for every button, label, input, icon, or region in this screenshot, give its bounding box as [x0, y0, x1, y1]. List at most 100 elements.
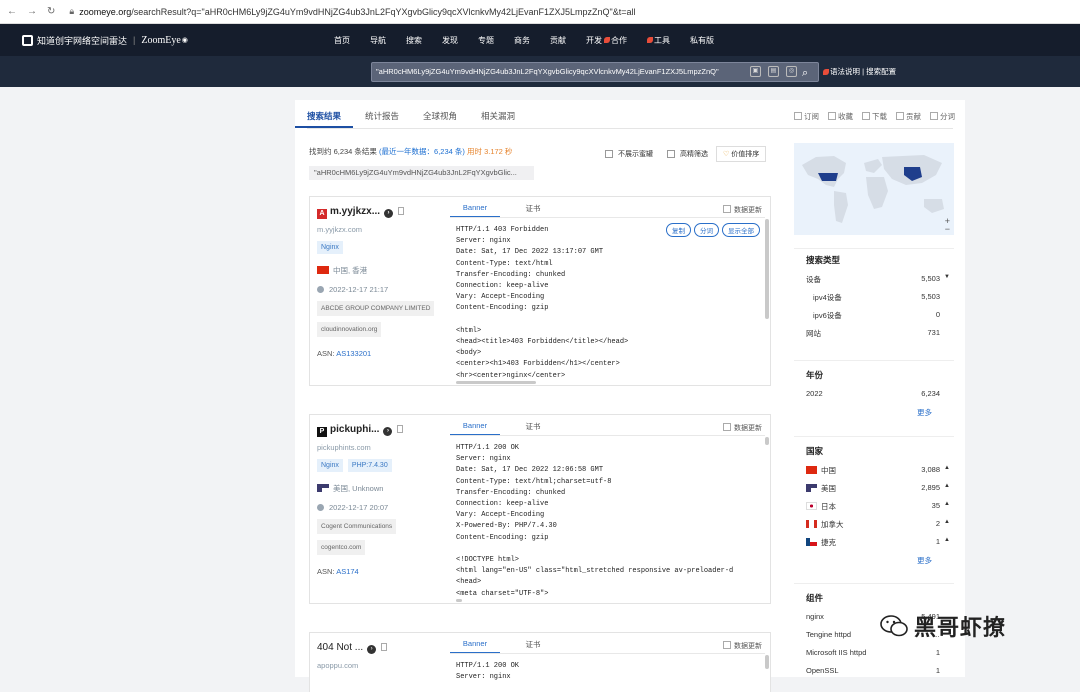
component-tag[interactable]: PHP:7.4.30: [347, 459, 392, 472]
ip-search-icon[interactable]: ▤: [768, 66, 779, 77]
world-map[interactable]: + −: [794, 143, 954, 235]
facet-row[interactable]: Microsoft IIS httpd 1: [794, 648, 954, 666]
tab-global-view[interactable]: 全球视角: [423, 110, 457, 128]
expand-icon[interactable]: ▲: [944, 519, 950, 525]
tab-certificate[interactable]: 证书: [508, 203, 558, 218]
asn-link[interactable]: AS174: [336, 567, 359, 576]
query-tag[interactable]: "aHR0cHM6Ly9jZG4uYm9vdHNjZG4ub3JnL2FqYXg…: [309, 166, 534, 180]
menu-item-search[interactable]: 搜索: [406, 35, 422, 46]
expand-icon[interactable]: ▲: [944, 501, 950, 507]
menu-item-tools[interactable]: 工具: [647, 35, 670, 46]
tab-banner[interactable]: Banner: [450, 203, 500, 218]
show-all-button[interactable]: 显示全部: [722, 223, 760, 237]
menu-item-private[interactable]: 私有版: [690, 35, 714, 46]
tab-certificate[interactable]: 证书: [508, 421, 558, 436]
lock-icon[interactable]: 🔒︎: [69, 6, 74, 17]
result-location[interactable]: 美国, Unknown: [317, 483, 383, 494]
download-button[interactable]: 下载: [862, 111, 887, 122]
precise-filter-checkbox[interactable]: [667, 150, 675, 158]
syntax-help-link[interactable]: 语法说明: [830, 67, 860, 76]
open-arrow-icon[interactable]: ›: [383, 427, 393, 436]
copy-icon[interactable]: [397, 425, 404, 433]
menu-item-home[interactable]: 首页: [334, 35, 350, 46]
open-arrow-icon[interactable]: ›: [384, 209, 394, 218]
tokenize-button[interactable]: 分词: [930, 111, 955, 122]
menu-item-topics[interactable]: 专题: [478, 35, 494, 46]
value-sort-button[interactable]: ♡ 价值排序: [716, 146, 767, 162]
asn-link[interactable]: AS133201: [336, 349, 371, 358]
map-zoom-controls[interactable]: + −: [945, 217, 950, 234]
facet-row[interactable]: 捷克 1 ▲: [794, 537, 954, 555]
tab-banner[interactable]: Banner: [450, 639, 500, 654]
data-update-button[interactable]: 数据更新: [723, 641, 762, 651]
site-logo[interactable]: 知道创宇网络空间雷达 | ZoomEye ◉: [22, 34, 188, 47]
expand-icon[interactable]: ▲: [944, 537, 950, 543]
isp-tag[interactable]: cloudinnovation.org: [317, 322, 382, 337]
facet-row[interactable]: OpenSSL 1: [794, 666, 954, 684]
result-location[interactable]: 中国, 香港: [317, 265, 367, 276]
result-title[interactable]: 404 Not ... ›: [317, 642, 388, 654]
camera-search-icon[interactable]: ◎: [786, 66, 797, 77]
hide-honeypot-checkbox[interactable]: [605, 150, 613, 158]
tab-stats-report[interactable]: 统计报告: [365, 110, 399, 128]
banner-scrollbar[interactable]: [765, 655, 769, 669]
open-arrow-icon[interactable]: ›: [367, 645, 377, 654]
image-search-icon[interactable]: ▣: [750, 66, 761, 77]
copy-button[interactable]: 复制: [666, 223, 691, 237]
banner-scrollbar[interactable]: [765, 437, 769, 445]
data-update-button[interactable]: 数据更新: [723, 423, 762, 433]
reload-icon[interactable]: ↻: [47, 6, 55, 17]
menu-item-business[interactable]: 商务: [514, 35, 530, 46]
isp-tag[interactable]: cogentco.com: [317, 540, 366, 555]
collapse-icon[interactable]: ▼: [944, 274, 950, 280]
menu-item-navigation[interactable]: 导航: [370, 35, 386, 46]
tab-banner[interactable]: Banner: [450, 421, 500, 436]
facet-row[interactable]: 中国 3,088 ▲: [794, 465, 954, 483]
result-title[interactable]: Ppickuphi... ›: [317, 424, 404, 437]
expand-icon[interactable]: ▲: [944, 483, 950, 489]
facet-row[interactable]: 设备 5,503 ▼: [794, 274, 954, 292]
contribute-button[interactable]: 贡献: [896, 111, 921, 122]
copy-icon[interactable]: [381, 643, 388, 651]
menu-item-contribute[interactable]: 贡献: [550, 35, 566, 46]
forward-icon[interactable]: →: [27, 6, 37, 17]
search-input[interactable]: "aHR0cHM6Ly9jZG4uYm9vdHNjZG4ub3JnL2FqYXg…: [371, 62, 819, 82]
result-title[interactable]: Am.yyjkzx... ›: [317, 206, 405, 219]
facet-row[interactable]: 日本 35 ▲: [794, 501, 954, 519]
facet-row[interactable]: 加拿大 2 ▲: [794, 519, 954, 537]
component-tag[interactable]: Nginx: [317, 459, 343, 472]
tab-related-vulns[interactable]: 相关漏洞: [481, 110, 515, 128]
result-domain[interactable]: pickuphints.com: [317, 443, 371, 452]
menu-item-develop[interactable]: 开发: [586, 35, 602, 46]
facet-row[interactable]: ipv6设备 0: [794, 310, 954, 328]
organization-tag[interactable]: ABCDE GROUP COMPANY LIMITED: [317, 301, 435, 316]
component-tag[interactable]: Nginx: [317, 241, 343, 254]
result-domain[interactable]: apoppu.com: [317, 661, 358, 670]
tab-search-results[interactable]: 搜索结果: [295, 110, 354, 128]
back-icon[interactable]: ←: [7, 6, 17, 17]
banner-hscrollbar[interactable]: [456, 381, 536, 384]
favorite-button[interactable]: 收藏: [828, 111, 853, 122]
organization-tag[interactable]: Cogent Communications: [317, 519, 397, 534]
copy-icon[interactable]: [398, 207, 405, 215]
subscribe-button[interactable]: 订阅: [794, 111, 819, 122]
tokenize-banner-button[interactable]: 分词: [694, 223, 719, 237]
more-link[interactable]: 更多: [794, 555, 954, 566]
facet-row[interactable]: 2022 6,234: [794, 389, 954, 407]
facet-row[interactable]: 美国 2,895 ▲: [794, 483, 954, 501]
menu-item-discover[interactable]: 发现: [442, 35, 458, 46]
menu-item-cooperate[interactable]: 合作: [604, 35, 627, 46]
more-link[interactable]: 更多: [794, 407, 954, 418]
data-update-button[interactable]: 数据更新: [723, 205, 762, 215]
expand-icon[interactable]: ▲: [944, 465, 950, 471]
banner-scrollbar[interactable]: [765, 219, 769, 319]
address-bar[interactable]: zoomeye.org/searchResult?q="aHR0cHM6Ly9j…: [79, 7, 635, 17]
result-domain[interactable]: m.yyjkzx.com: [317, 225, 362, 234]
tab-certificate[interactable]: 证书: [508, 639, 558, 654]
facet-row[interactable]: 网站 731: [794, 328, 954, 346]
facet-row[interactable]: ipv4设备 5,503: [794, 292, 954, 310]
search-icon[interactable]: ⌕: [802, 64, 808, 81]
search-config-link[interactable]: 搜索配置: [866, 67, 896, 76]
recent-count-link[interactable]: (最近一年数据：6,234 条): [379, 147, 465, 156]
banner-hscrollbar[interactable]: [456, 599, 462, 602]
